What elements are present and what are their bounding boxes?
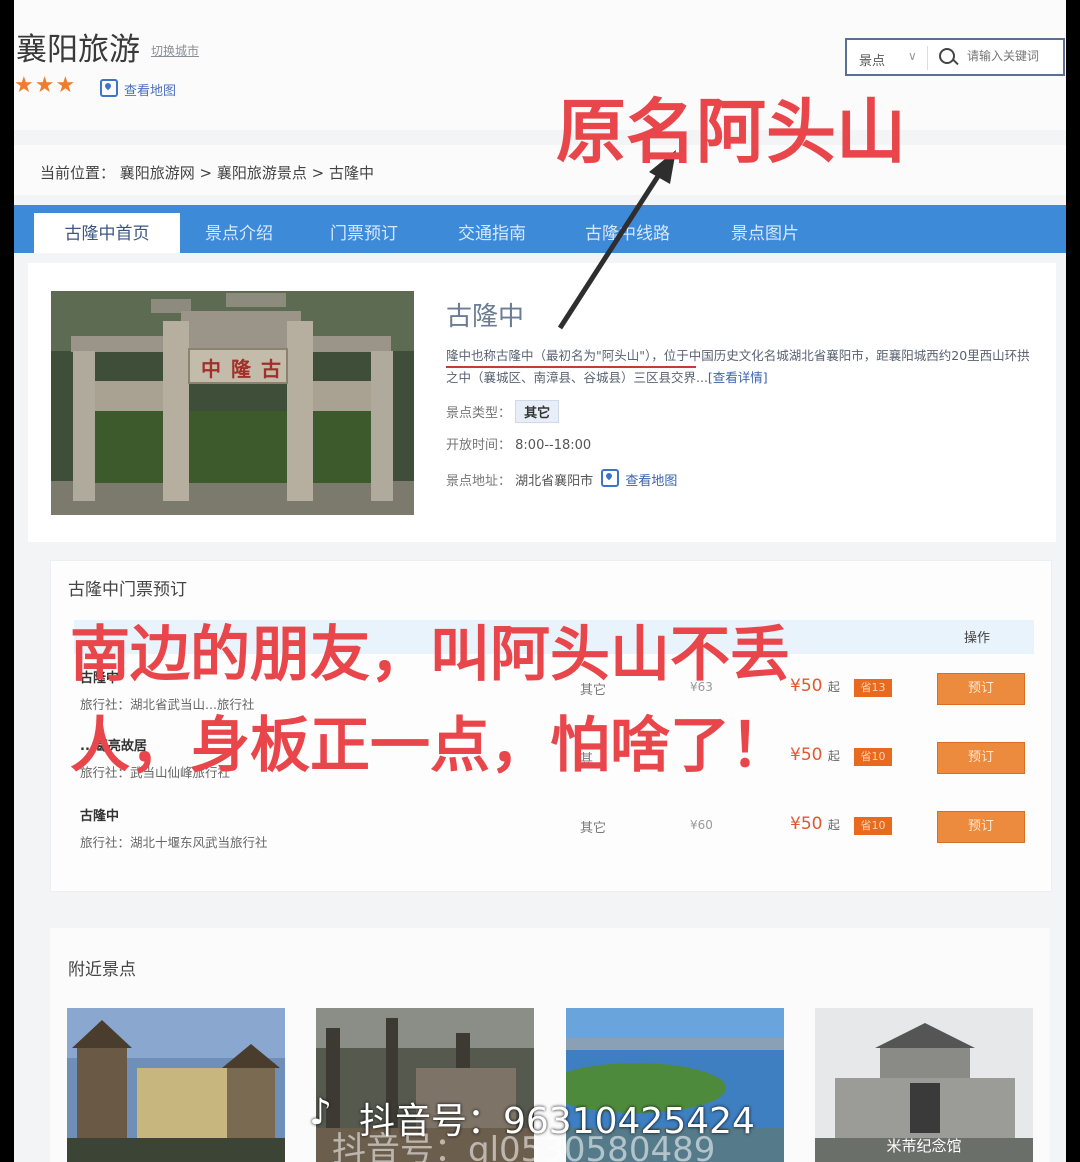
webpage-screenshot: 襄阳旅游 切换城市 ★★★ 查看地图 景点 ∨ 当前位置： 襄阳旅游网 > 襄阳… xyxy=(14,0,1066,1162)
overlay-caption-top: 原名阿头山 xyxy=(556,91,906,173)
annotation-arrow xyxy=(557,150,676,330)
watermark-secondary: 抖音号：gl0530580489 xyxy=(332,1130,716,1162)
overlay-caption-line2: 人，身板正一点，怕啥了！ xyxy=(70,711,790,781)
overlay-caption-line1: 南边的朋友，叫阿头山不丢 xyxy=(70,620,790,690)
tiktok-logo-icon: ♪ xyxy=(309,1092,332,1133)
